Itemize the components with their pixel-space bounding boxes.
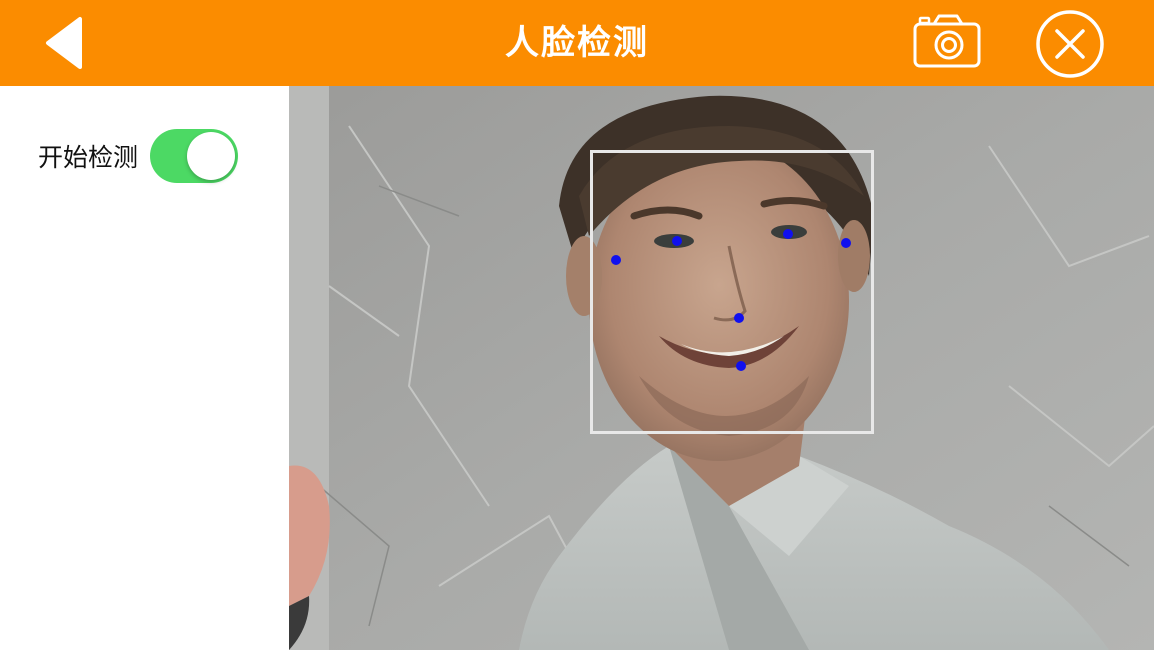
toggle-knob	[187, 132, 236, 180]
face-landmark-point	[841, 238, 851, 248]
detect-toggle[interactable]	[150, 129, 239, 183]
face-landmark-point	[672, 236, 682, 246]
close-button[interactable]	[1033, 7, 1107, 81]
face-detection-box	[590, 150, 874, 434]
camera-button[interactable]	[910, 12, 986, 74]
face-landmark-point	[736, 361, 746, 371]
detect-row: 开始检测	[38, 128, 239, 184]
camera-icon	[913, 14, 981, 68]
close-circle-icon	[1036, 10, 1104, 78]
face-landmark-point	[734, 313, 744, 323]
title-bar: 人脸检测	[0, 0, 1154, 86]
camera-preview	[289, 86, 1154, 650]
face-landmark-point	[783, 229, 793, 239]
back-arrow-icon	[46, 17, 82, 69]
face-landmark-point	[611, 255, 621, 265]
control-panel: 开始检测	[0, 86, 289, 650]
back-button[interactable]	[38, 13, 98, 73]
detect-label: 开始检测	[38, 143, 139, 172]
